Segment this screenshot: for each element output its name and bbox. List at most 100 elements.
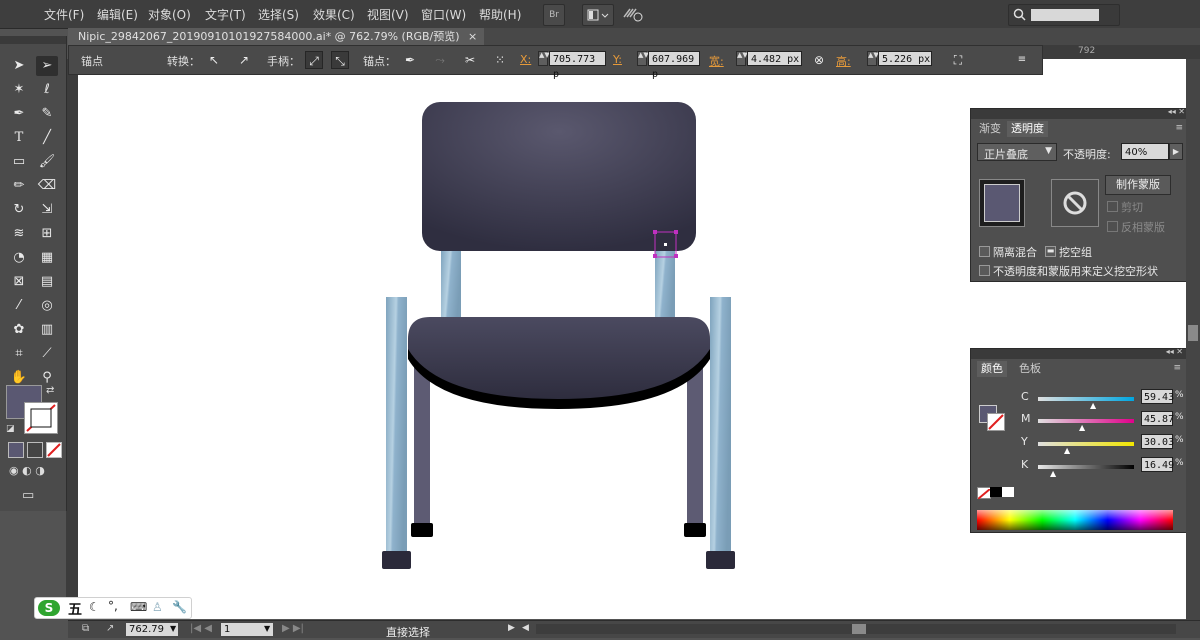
backrest[interactable]	[422, 102, 696, 251]
y-spinner[interactable]: ▲▼	[637, 51, 649, 66]
menu-object[interactable]: 对象(O)	[148, 6, 191, 23]
front-foot-right[interactable]	[706, 551, 735, 569]
convert-to-corner-icon[interactable]: ↖	[205, 51, 223, 69]
back-post-left[interactable]	[441, 249, 461, 319]
none-swatch[interactable]	[977, 487, 991, 500]
isolate-blending-checkbox[interactable]	[979, 246, 990, 257]
x-input[interactable]: 705.773 p	[549, 51, 606, 80]
object-thumbnail[interactable]	[979, 179, 1025, 227]
white-swatch[interactable]	[1002, 487, 1014, 497]
menu-view[interactable]: 视图(V)	[367, 6, 409, 23]
rear-foot-left[interactable]	[411, 523, 433, 537]
vertical-scrollbar[interactable]	[1186, 59, 1200, 620]
sogou-logo[interactable]: S	[38, 600, 60, 616]
chevron-down-icon[interactable]: ▼	[264, 624, 270, 633]
next-artboard-icon[interactable]: ▶ ▶|	[282, 623, 304, 634]
knockout-group-checkbox[interactable]: ▬	[1045, 246, 1056, 257]
menu-type[interactable]: 文字(T)	[205, 6, 246, 23]
stroke-swatch[interactable]	[24, 402, 58, 434]
panel-menu-icon[interactable]: ≡	[1173, 363, 1181, 373]
back-post-right[interactable]	[655, 249, 675, 319]
menu-effect[interactable]: 效果(C)	[313, 6, 355, 23]
blend-mode-select[interactable]: 正片叠底 ▼	[977, 143, 1057, 161]
collapse-panel-icon[interactable]: ◂◂ ✕	[1168, 107, 1185, 116]
prev-artboard-icon[interactable]: |◀ ◀	[190, 623, 212, 634]
height-spinner[interactable]: ▲▼	[867, 51, 879, 66]
close-tab-button[interactable]: ×	[468, 28, 477, 45]
panel-menu-icon[interactable]: ≡	[1175, 123, 1183, 133]
convert-to-smooth-icon[interactable]: ↗	[235, 51, 253, 69]
cut-path-icon[interactable]: ✂	[461, 51, 479, 69]
bridge-button[interactable]: Br	[543, 4, 565, 26]
cyan-slider[interactable]	[1038, 397, 1134, 401]
screen-mode-icon[interactable]: ▭	[22, 488, 34, 503]
rectangle-tool-icon[interactable]: ▭	[8, 152, 30, 172]
wrench-icon[interactable]: 🔧	[172, 600, 187, 614]
moon-icon[interactable]: ☾	[89, 600, 100, 614]
magenta-slider[interactable]	[1038, 419, 1134, 423]
search-input[interactable]	[1031, 9, 1099, 21]
menu-file[interactable]: 文件(F)	[44, 6, 84, 23]
collapse-panel-icon[interactable]: ◂◂ ✕	[1166, 347, 1183, 356]
input-mode[interactable]: 五	[68, 599, 82, 619]
default-fill-stroke-icon[interactable]: ◪	[6, 424, 15, 434]
free-transform-tool-icon[interactable]: ⊞	[36, 224, 58, 244]
hide-handles-icon[interactable]: ⤡	[331, 51, 349, 69]
arrange-documents-button[interactable]	[582, 4, 614, 26]
panel-menu-icon[interactable]: ≡	[1013, 51, 1031, 69]
eraser-tool-icon[interactable]: ⌫	[36, 176, 58, 196]
mask-thumbnail[interactable]	[1051, 179, 1099, 227]
opacity-mask-knockout-checkbox[interactable]	[979, 265, 990, 276]
lasso-tool-icon[interactable]: ℓ	[36, 80, 58, 100]
width-input[interactable]: 4.482 px	[747, 51, 802, 66]
height-input[interactable]: 5.226 px	[878, 51, 932, 66]
opacity-input[interactable]: 40%	[1121, 143, 1169, 160]
draw-mode-icons[interactable]: ◉ ◐ ◑	[9, 464, 45, 477]
type-tool-icon[interactable]: T	[8, 128, 30, 148]
show-handles-icon[interactable]: ⤢	[305, 51, 323, 69]
width-tool-icon[interactable]: ≋	[8, 224, 30, 244]
scale-tool-icon[interactable]: ⇲	[36, 200, 58, 220]
swap-fill-stroke-icon[interactable]: ⇄	[46, 385, 54, 396]
slider-thumb[interactable]: ▲	[1090, 401, 1096, 410]
user-icon[interactable]: ♙	[152, 600, 163, 614]
front-foot-left[interactable]	[382, 551, 411, 569]
front-leg-left[interactable]	[386, 297, 407, 553]
opacity-slider-toggle[interactable]: ▶	[1169, 143, 1183, 160]
scroll-thumb[interactable]	[1188, 325, 1198, 341]
blend-tool-icon[interactable]: ◎	[36, 296, 58, 316]
horizontal-scrollbar[interactable]	[536, 624, 1176, 634]
keyboard-icon[interactable]: ⌨	[130, 600, 147, 614]
gradient-tool-icon[interactable]: ▤	[36, 272, 58, 292]
menu-edit[interactable]: 编辑(E)	[97, 6, 138, 23]
black-swatch[interactable]	[990, 487, 1002, 497]
pencil-tool-icon[interactable]: ✏	[8, 176, 30, 196]
curvature-tool-icon[interactable]: ✎	[36, 104, 58, 124]
slider-thumb[interactable]: ▲	[1050, 469, 1056, 478]
direct-selection-tool-icon[interactable]: ➢	[36, 56, 58, 76]
make-mask-button[interactable]: 制作蒙版	[1105, 175, 1171, 195]
cyan-input[interactable]: 59.43	[1141, 389, 1174, 404]
chevron-down-icon[interactable]: ▼	[170, 624, 176, 633]
tab-swatches[interactable]: 色板	[1015, 361, 1045, 377]
rear-leg-left[interactable]	[414, 364, 430, 524]
width-spinner[interactable]: ▲▼	[736, 51, 748, 66]
slider-thumb[interactable]: ▲	[1079, 423, 1085, 432]
constrain-proportions-icon[interactable]: ⊗	[810, 51, 828, 69]
reference-point-icon[interactable]: ⁙	[491, 51, 509, 69]
rotate-tool-icon[interactable]: ↻	[8, 200, 30, 220]
tab-gradient[interactable]: 渐变	[975, 121, 1005, 137]
magenta-input[interactable]: 45.87	[1141, 411, 1174, 426]
scroll-thumb[interactable]	[852, 624, 866, 634]
line-tool-icon[interactable]: ╱	[36, 128, 58, 148]
remove-anchor-icon[interactable]: ✒	[401, 51, 419, 69]
gpu-performance-icon[interactable]	[622, 5, 646, 23]
scroll-left-icon[interactable]: ◀	[522, 623, 529, 633]
color-mode-button[interactable]	[8, 442, 24, 458]
clip-checkbox[interactable]	[1107, 201, 1118, 212]
mesh-tool-icon[interactable]: ⊠	[8, 272, 30, 292]
yellow-slider[interactable]	[1038, 442, 1134, 446]
tab-color[interactable]: 颜色	[977, 361, 1007, 377]
isolate-selection-icon[interactable]: ⛶	[949, 51, 967, 69]
punctuation-icon[interactable]: °,	[108, 599, 118, 613]
